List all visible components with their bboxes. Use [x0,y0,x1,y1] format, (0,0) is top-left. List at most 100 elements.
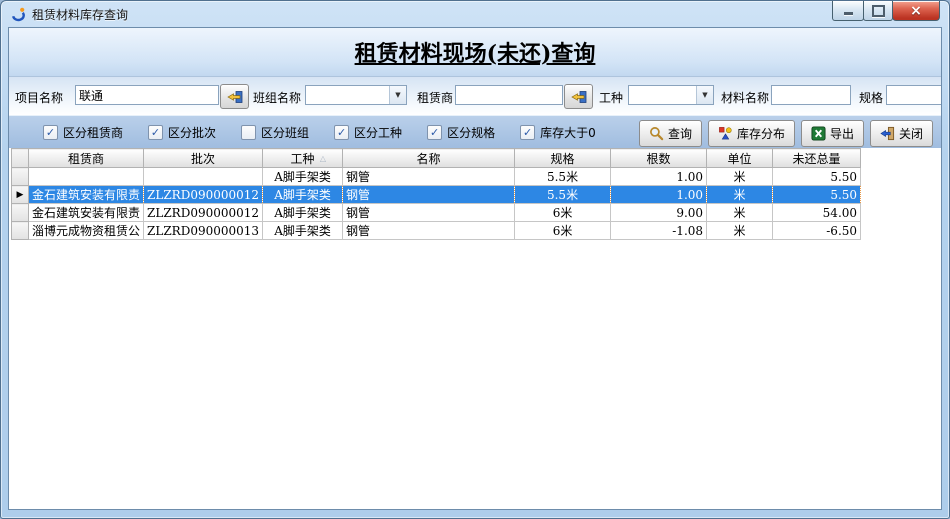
checkbox-distinguish-batch[interactable]: ✓ 区分批次 [148,124,216,141]
col-spec[interactable]: 规格 [515,149,611,168]
cell-spec[interactable]: 6米 [515,222,611,240]
cell-lessor[interactable] [29,168,144,186]
excel-icon [811,126,826,141]
cell-spec[interactable]: 5.5米 [515,168,611,186]
sort-asc-icon: △ [320,154,326,163]
table-row[interactable]: 淄博元成物资租赁公 ZLZRD090000013 A脚手架类 钢管 6米 -1.… [12,222,861,240]
col-batch[interactable]: 批次 [144,149,263,168]
page-title: 租赁材料现场(未还)查询 [355,36,596,68]
col-name[interactable]: 名称 [343,149,515,168]
cell-worktype[interactable]: A脚手架类 [263,168,343,186]
cell-unit[interactable]: 米 [707,168,773,186]
spec-input[interactable] [886,85,942,105]
minimize-button[interactable] [832,1,864,21]
exit-door-icon [880,126,895,141]
table-row[interactable]: 金石建筑安装有限责 ZLZRD090000012 A脚手架类 钢管 6米 9.0… [12,204,861,222]
col-worktype[interactable]: 工种△ [263,149,343,168]
team-name-value [309,88,388,104]
minimize-icon [844,12,853,15]
query-button-label: 查询 [668,125,692,142]
cell-total[interactable]: 5.50 [773,168,861,186]
chevron-down-icon[interactable]: ▼ [696,86,713,104]
stock-distribution-button-label: 库存分布 [737,125,785,142]
app-logo-icon [10,6,26,22]
cell-name[interactable]: 钢管 [343,186,515,204]
col-count[interactable]: 根数 [611,149,707,168]
lessor-input[interactable] [455,85,563,105]
checkbox-box[interactable]: ✓ [427,125,442,140]
cell-unit[interactable]: 米 [707,222,773,240]
maximize-button[interactable] [863,1,893,21]
cell-worktype[interactable]: A脚手架类 [263,186,343,204]
title-bar[interactable]: 租赁材料库存查询 × [1,1,949,27]
lessor-select-button[interactable] [564,84,593,109]
export-button-label: 导出 [830,125,854,142]
col-lessor[interactable]: 租赁商 [29,149,144,168]
worktype-combobox[interactable]: ▼ [628,85,714,105]
checkbox-distinguish-lessor[interactable]: ✓ 区分租赁商 [43,124,123,141]
cell-lessor[interactable]: 金石建筑安装有限责 [29,186,144,204]
row-selector[interactable]: ▶ [12,186,29,204]
checkbox-stock-gt-zero[interactable]: ✓ 库存大于0 [520,124,596,141]
row-selector[interactable] [12,204,29,222]
table-header-row: 租赁商 批次 工种△ 名称 规格 根数 单位 未还总量 [12,149,861,168]
close-window-button[interactable]: 关闭 [870,120,933,147]
checkbox-distinguish-team[interactable]: 区分班组 [241,124,309,141]
cell-name[interactable]: 钢管 [343,204,515,222]
cell-batch[interactable]: ZLZRD090000013 [144,222,263,240]
table-row[interactable]: A脚手架类 钢管 5.5米 1.00 米 5.50 [12,168,861,186]
checkbox-distinguish-worktype[interactable]: ✓ 区分工种 [334,124,402,141]
stock-distribution-button[interactable]: 库存分布 [708,120,795,147]
row-selector[interactable] [12,168,29,186]
team-name-combobox[interactable]: ▼ [305,85,407,105]
material-name-input[interactable] [771,85,851,105]
material-name-label: 材料名称 [721,89,769,106]
cell-worktype[interactable]: A脚手架类 [263,204,343,222]
cell-worktype[interactable]: A脚手架类 [263,222,343,240]
checkbox-box[interactable] [241,125,256,140]
cell-name[interactable]: 钢管 [343,222,515,240]
query-button[interactable]: 查询 [639,120,702,147]
cell-total[interactable]: -6.50 [773,222,861,240]
col-unit[interactable]: 单位 [707,149,773,168]
hand-select-icon [571,90,587,104]
action-buttons: 查询 库存分布 导出 [639,120,933,147]
row-selector[interactable] [12,222,29,240]
close-icon: × [910,4,922,18]
cell-count[interactable]: 9.00 [611,204,707,222]
close-button[interactable]: × [892,1,940,21]
checkbox-box[interactable]: ✓ [520,125,535,140]
col-total[interactable]: 未还总量 [773,149,861,168]
cell-count[interactable]: 1.00 [611,168,707,186]
cell-spec[interactable]: 6米 [515,204,611,222]
client-area: 租赁材料现场(未还)查询 项目名称 班组名称 ▼ 租赁商 [8,27,942,510]
lessor-label: 租赁商 [417,89,453,106]
cell-batch[interactable]: ZLZRD090000012 [144,204,263,222]
project-select-button[interactable] [220,84,249,109]
table-row-selected[interactable]: ▶ 金石建筑安装有限责 ZLZRD090000012 A脚手架类 钢管 5.5米… [12,186,861,204]
search-icon [649,126,664,141]
checkbox-label: 区分规格 [447,124,495,141]
close-window-button-label: 关闭 [899,125,923,142]
cell-lessor[interactable]: 淄博元成物资租赁公 [29,222,144,240]
cell-unit[interactable]: 米 [707,204,773,222]
cell-total[interactable]: 5.50 [773,186,861,204]
checkbox-distinguish-spec[interactable]: ✓ 区分规格 [427,124,495,141]
cell-total[interactable]: 54.00 [773,204,861,222]
export-button[interactable]: 导出 [801,120,864,147]
checkbox-box[interactable]: ✓ [148,125,163,140]
project-name-input[interactable] [75,85,219,105]
cell-spec[interactable]: 5.5米 [515,186,611,204]
cell-name[interactable]: 钢管 [343,168,515,186]
cell-lessor[interactable]: 金石建筑安装有限责 [29,204,144,222]
checkbox-box[interactable]: ✓ [334,125,349,140]
project-name-label: 项目名称 [15,89,63,106]
chevron-down-icon[interactable]: ▼ [389,86,406,104]
cell-batch[interactable] [144,168,263,186]
cell-count[interactable]: 1.00 [611,186,707,204]
worktype-label: 工种 [599,89,623,106]
cell-count[interactable]: -1.08 [611,222,707,240]
cell-unit[interactable]: 米 [707,186,773,204]
cell-batch[interactable]: ZLZRD090000012 [144,186,263,204]
checkbox-box[interactable]: ✓ [43,125,58,140]
